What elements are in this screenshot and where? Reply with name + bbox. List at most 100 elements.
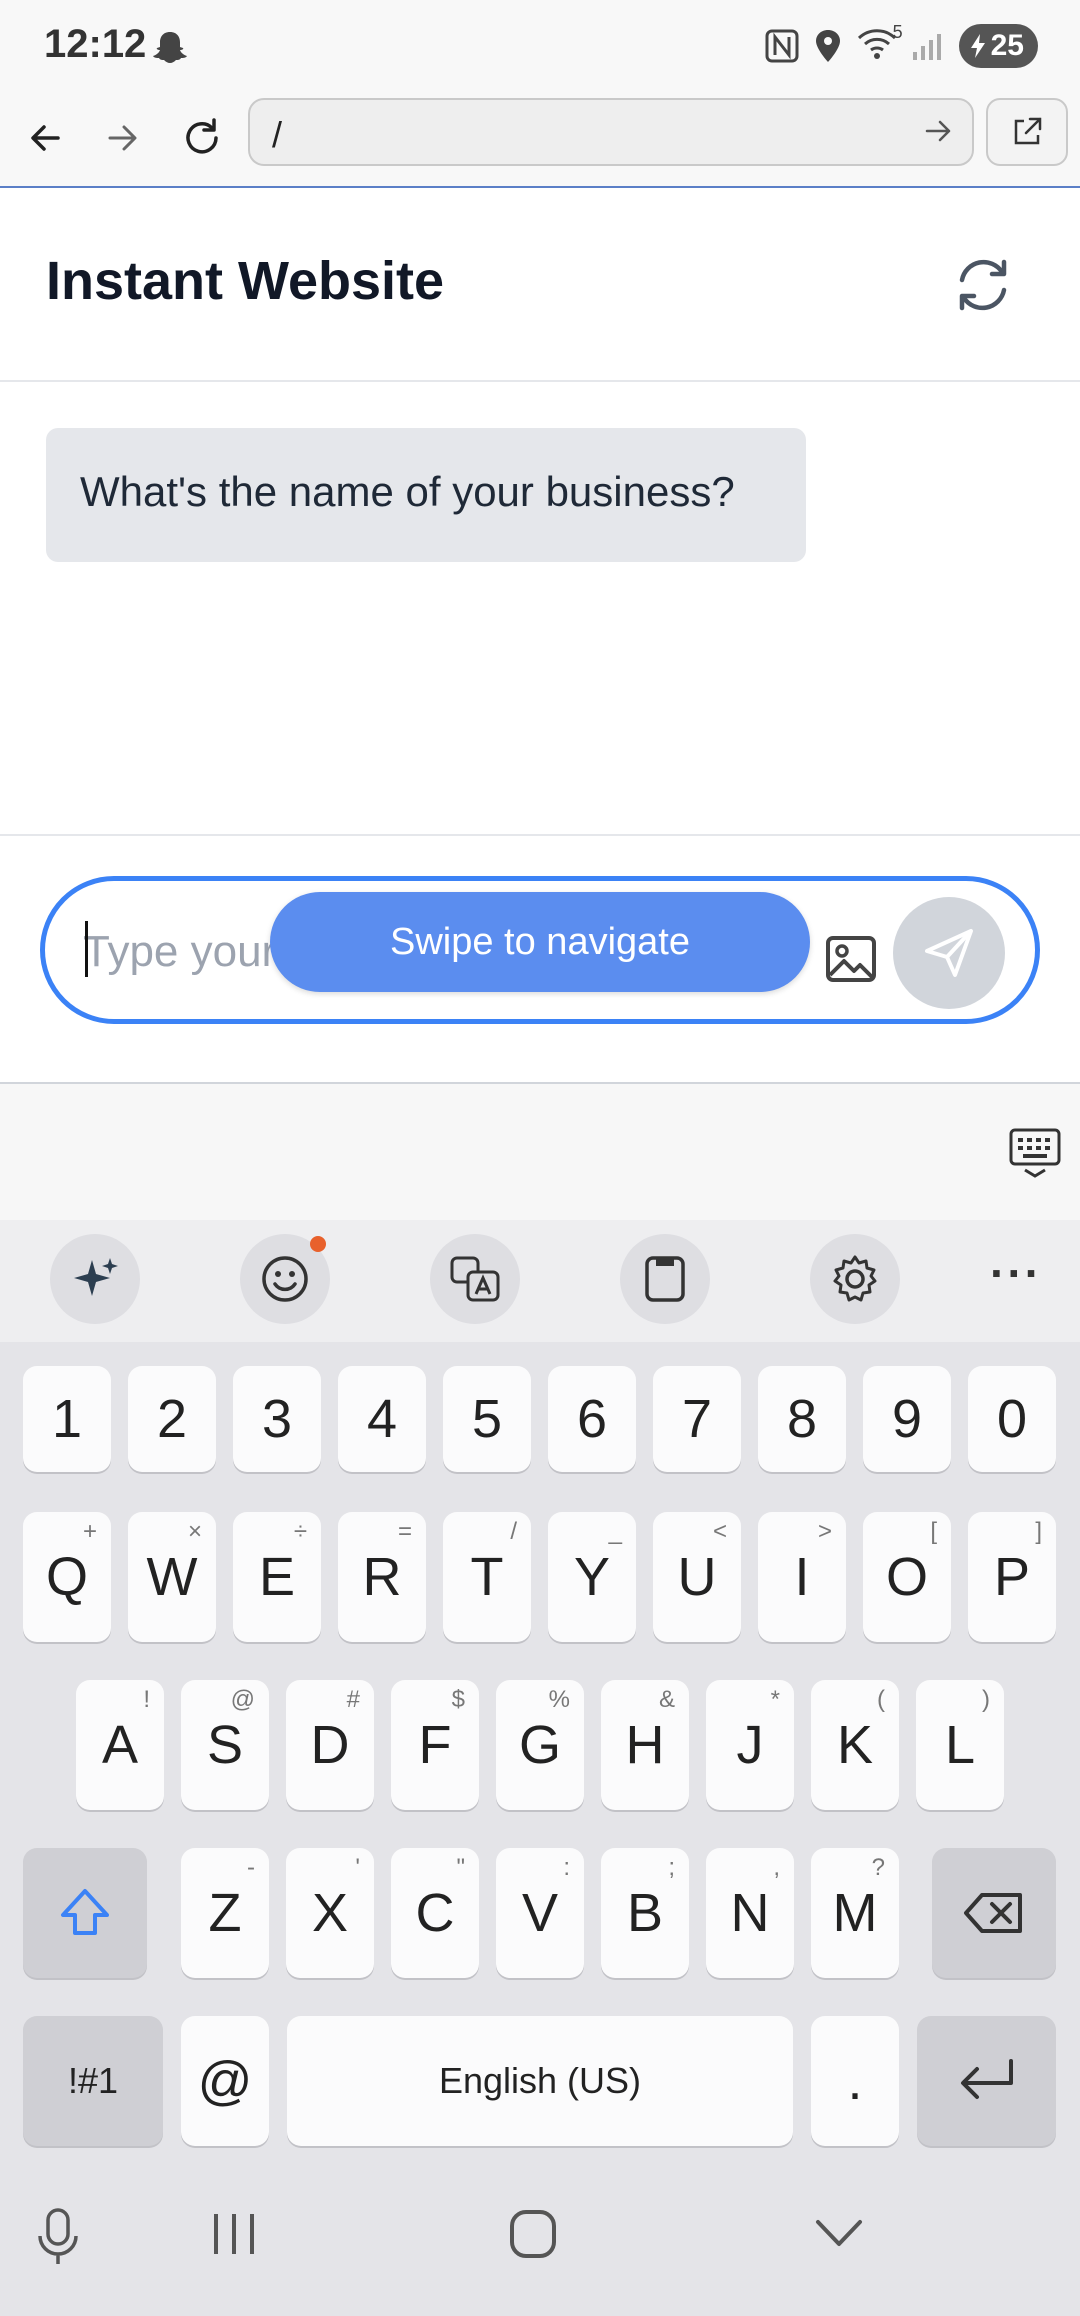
back-icon[interactable] [18, 110, 74, 166]
key-label: Q [45, 1547, 88, 1607]
key-r[interactable]: R = [338, 1512, 426, 1642]
go-icon[interactable] [922, 114, 956, 153]
microphone-icon[interactable] [36, 2208, 80, 2273]
key-o[interactable]: O[ [863, 1512, 951, 1642]
translate-icon[interactable] [430, 1234, 520, 1324]
key-m[interactable]: M? [811, 1848, 899, 1978]
enter-key[interactable] [917, 2016, 1056, 2146]
key-secondary-label: × [187, 1518, 202, 1545]
key-label: U [677, 1547, 717, 1607]
shift-key[interactable] [23, 1848, 147, 1978]
space-key[interactable]: English (US) [287, 2016, 793, 2146]
wifi-icon: 5 [857, 22, 903, 65]
key-w[interactable]: W × [128, 1512, 216, 1642]
key-label: T [470, 1547, 504, 1607]
clipboard-icon[interactable] [620, 1234, 710, 1324]
period-key[interactable]: . [811, 2016, 899, 2146]
key-i[interactable]: I > [758, 1512, 846, 1642]
key-p[interactable]: P] [968, 1512, 1056, 1642]
recent-apps-icon[interactable] [210, 2208, 258, 2265]
key-k[interactable]: K( [811, 1680, 899, 1810]
more-icon[interactable]: ··· [990, 1246, 1042, 1300]
settings-icon[interactable] [810, 1234, 900, 1324]
key-j[interactable]: J * [706, 1680, 794, 1810]
refresh-icon[interactable] [952, 254, 1014, 321]
key-6[interactable]: 6 [548, 1366, 636, 1472]
key-secondary-label: : [563, 1854, 570, 1881]
key-label: . [847, 2051, 863, 2111]
key-4[interactable]: 4 [338, 1366, 426, 1472]
key-2[interactable]: 2 [128, 1366, 216, 1472]
ai-sparkle-icon[interactable] [50, 1234, 140, 1324]
key-secondary-label: ; [668, 1854, 675, 1881]
url-bar[interactable]: / [248, 98, 974, 166]
key-d[interactable]: D # [286, 1680, 374, 1810]
key-label: 4 [366, 1389, 398, 1449]
charging-icon [970, 34, 985, 58]
key-e[interactable]: E ÷ [233, 1512, 321, 1642]
backspace-key[interactable] [932, 1848, 1056, 1978]
key-x[interactable]: X ' [286, 1848, 374, 1978]
key-secondary-label: % [548, 1686, 570, 1713]
forward-icon[interactable] [94, 110, 150, 166]
key-a[interactable]: A! [76, 1680, 164, 1810]
backspace-icon [964, 1893, 1022, 1933]
key-s[interactable]: S @ [181, 1680, 269, 1810]
reload-icon[interactable] [174, 110, 230, 166]
key-9[interactable]: 9 [863, 1366, 951, 1472]
hide-keyboard-icon[interactable] [812, 2208, 866, 2265]
key-secondary-label: < [712, 1518, 727, 1545]
key-8[interactable]: 8 [758, 1366, 846, 1472]
key-g[interactable]: G% [496, 1680, 584, 1810]
text-caret [85, 921, 88, 977]
key-label: D [310, 1715, 350, 1775]
key-label: W [146, 1547, 198, 1607]
key-u[interactable]: U < [653, 1512, 741, 1642]
key-c[interactable]: C " [391, 1848, 479, 1978]
key-h[interactable]: H & [601, 1680, 689, 1810]
key-l[interactable]: L) [916, 1680, 1004, 1810]
shift-icon [61, 1889, 109, 1935]
key-1[interactable]: 1 [23, 1366, 111, 1472]
key-label: A [101, 1715, 139, 1775]
key-q[interactable]: Q + [23, 1512, 111, 1642]
key-secondary-label: ' [355, 1854, 360, 1881]
key-5[interactable]: 5 [443, 1366, 531, 1472]
key-secondary-label: & [658, 1686, 675, 1713]
image-upload-icon[interactable] [825, 933, 877, 990]
key-y[interactable]: Y _ [548, 1512, 636, 1642]
key-secondary-label: ] [1035, 1518, 1042, 1545]
open-external-icon[interactable] [986, 98, 1068, 166]
key-f[interactable]: F $ [391, 1680, 479, 1810]
key-n[interactable]: N, [706, 1848, 794, 1978]
at-key[interactable]: @ [181, 2016, 269, 2146]
send-button[interactable] [893, 897, 1005, 1009]
key-label: V [521, 1883, 559, 1943]
key-v[interactable]: V: [496, 1848, 584, 1978]
symbols-key[interactable]: !#1 [23, 2016, 163, 2146]
key-3[interactable]: 3 [233, 1366, 321, 1472]
key-t[interactable]: T / [443, 1512, 531, 1642]
app-header: Instant Website [0, 190, 1080, 382]
divider [0, 834, 1080, 836]
key-label: !#1 [67, 2060, 119, 2101]
key-b[interactable]: B; [601, 1848, 689, 1978]
key-label: Y [573, 1547, 611, 1607]
key-label: O [885, 1547, 928, 1607]
location-icon [815, 30, 840, 62]
key-label: 5 [471, 1389, 503, 1449]
key-label: L [944, 1715, 976, 1775]
url-text: / [272, 114, 283, 155]
key-label: 1 [51, 1389, 83, 1449]
key-label: M [832, 1883, 878, 1943]
keyboard-switch-icon[interactable] [1008, 1126, 1062, 1185]
emoji-icon[interactable] [240, 1234, 330, 1324]
keyboard-top-strip [0, 1084, 1080, 1220]
key-z[interactable]: Z- [181, 1848, 269, 1978]
key-label: 2 [156, 1389, 188, 1449]
key-7[interactable]: 7 [653, 1366, 741, 1472]
home-icon[interactable] [508, 2208, 558, 2265]
bot-message-bubble: What's the name of your business? [46, 428, 806, 562]
key-0[interactable]: 0 [968, 1366, 1056, 1472]
key-label: G [518, 1715, 561, 1775]
